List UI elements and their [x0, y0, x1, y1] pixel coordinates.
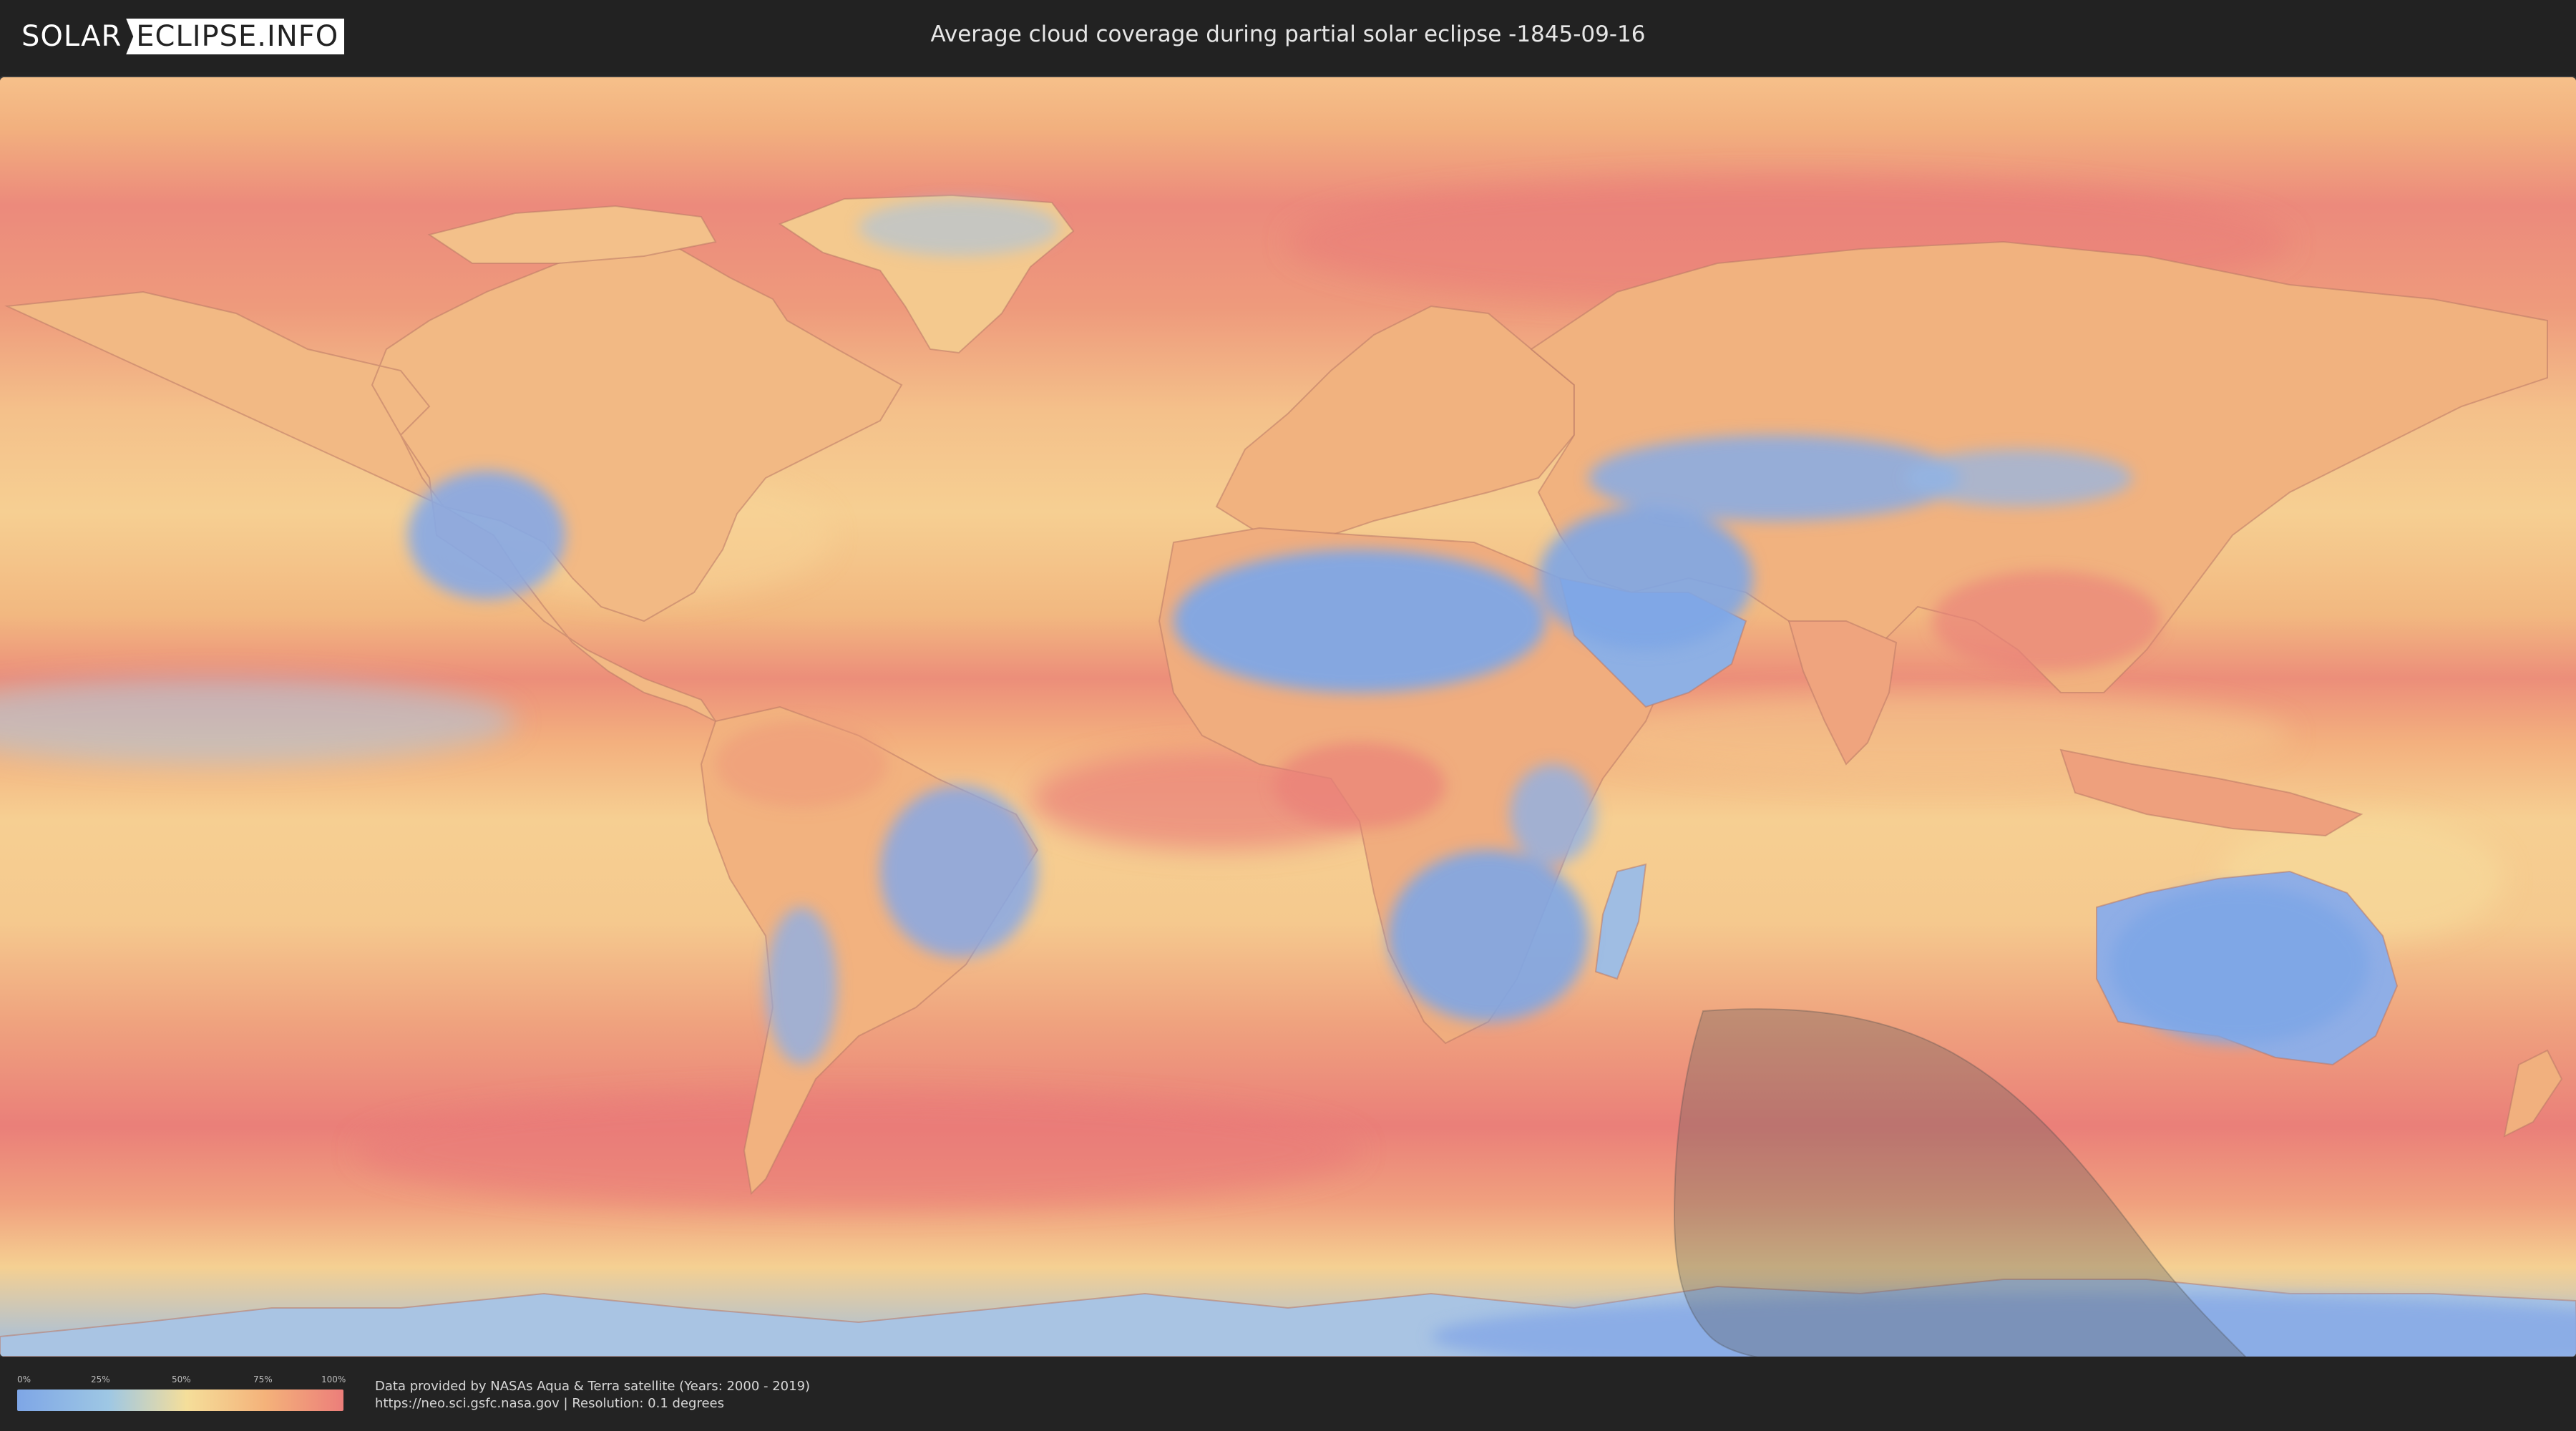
page: SOLAR ECLIPSE.INFO Average cloud coverag…: [0, 0, 2576, 1431]
credits-line-url: https://neo.sci.gsfc.nasa.gov | Resoluti…: [375, 1396, 724, 1411]
southeast-asia-cloudy: [1932, 571, 2161, 671]
credits-line-source: Data provided by NASAs Aqua & Terra sate…: [375, 1379, 811, 1394]
southern-africa-clear: [1388, 850, 1589, 1022]
australia-clear: [2111, 886, 2368, 1043]
legend-tick-50: 50%: [172, 1374, 191, 1384]
legend-tick-100: 100%: [321, 1374, 346, 1384]
congo-cloudy: [1274, 743, 1445, 829]
sw-north-america-clear: [408, 471, 565, 600]
middle-east-clear: [1538, 507, 1753, 650]
legend-color-bar: [17, 1390, 343, 1411]
map-svg: [0, 77, 2576, 1357]
east-africa-clear: [1510, 764, 1596, 864]
page-title: Average cloud coverage during partial so…: [930, 21, 1646, 47]
andes-clear: [766, 907, 837, 1065]
brazil-clear: [880, 786, 1038, 957]
legend-tick-75: 75%: [253, 1374, 273, 1384]
legend-ticks: 0% 25% 50% 75% 100%: [17, 1374, 346, 1385]
amazon-cloudy: [716, 721, 887, 807]
cloud-coverage-map[interactable]: [0, 77, 2576, 1357]
sahara-clear: [1174, 550, 1546, 693]
cloud-coverage-legend: 0% 25% 50% 75% 100%: [17, 1374, 346, 1414]
legend-tick-25: 25%: [91, 1374, 110, 1384]
legend-tick-0: 0%: [17, 1374, 31, 1384]
data-credits: Data provided by NASAs Aqua & Terra sate…: [375, 1378, 810, 1412]
greenland-clear: [859, 199, 1059, 256]
mongolia-clear: [1903, 449, 2132, 507]
header-bar: SOLAR ECLIPSE.INFO Average cloud coverag…: [0, 0, 2576, 72]
